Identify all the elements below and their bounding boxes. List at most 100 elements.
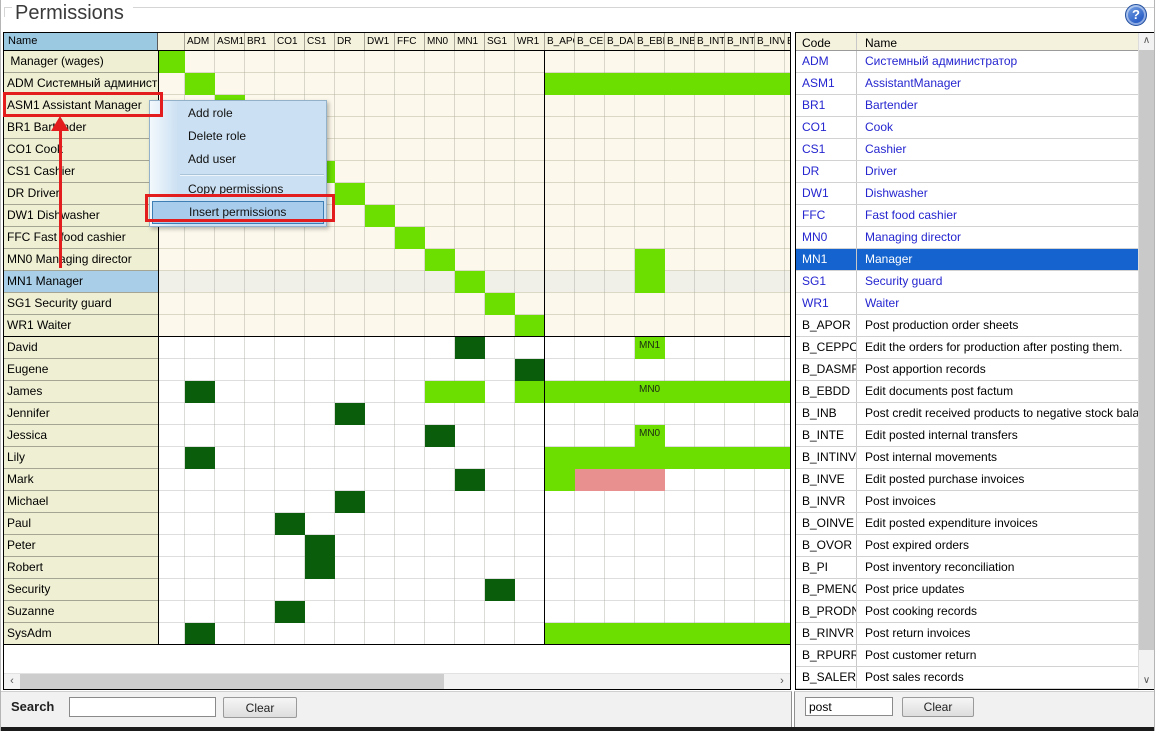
- permission-list-row[interactable]: B_INTEEdit posted internal transfers: [796, 425, 1138, 447]
- permission-cell[interactable]: [455, 271, 485, 293]
- permission-cell[interactable]: [755, 73, 785, 95]
- permission-cell[interactable]: MN0: [635, 425, 665, 447]
- matrix-row-label[interactable]: Lily: [4, 447, 158, 469]
- permission-cell[interactable]: [755, 623, 785, 645]
- permission-cell[interactable]: [635, 249, 665, 271]
- permission-list-row[interactable]: SG1Security guard: [796, 271, 1138, 293]
- permission-list-row[interactable]: B_OVORPost expired orders: [796, 535, 1138, 557]
- permission-list-row[interactable]: B_OINVEEdit posted expenditure invoices: [796, 513, 1138, 535]
- permission-cell[interactable]: [635, 623, 665, 645]
- permission-cell[interactable]: [575, 73, 605, 95]
- permission-cell[interactable]: [575, 381, 605, 403]
- permission-cell[interactable]: [605, 381, 635, 403]
- matrix-row-label[interactable]: Robert: [4, 557, 158, 579]
- permission-list-row[interactable]: DRDriver: [796, 161, 1138, 183]
- permission-cell[interactable]: [455, 337, 485, 359]
- matrix-row-label[interactable]: MN1 Manager: [4, 271, 158, 293]
- matrix-row-label[interactable]: ADM Системный администратор: [4, 73, 158, 95]
- permission-cell[interactable]: [785, 623, 790, 645]
- permission-list-row[interactable]: B_INVEEdit posted purchase invoices: [796, 469, 1138, 491]
- permission-list-row[interactable]: B_INTINVRPost internal movements: [796, 447, 1138, 469]
- permission-cell[interactable]: [785, 447, 790, 469]
- v-scrollbar[interactable]: ∧ ∨: [1138, 33, 1154, 689]
- h-scrollbar[interactable]: ‹ ›: [4, 673, 790, 689]
- permission-list-row[interactable]: FFCFast food cashier: [796, 205, 1138, 227]
- permission-cell[interactable]: [755, 381, 785, 403]
- permission-cell[interactable]: [335, 491, 365, 513]
- permission-list-row[interactable]: B_RINVRPost return invoices: [796, 623, 1138, 645]
- menu-item-add-user[interactable]: Add user: [150, 148, 326, 171]
- permission-cell[interactable]: [425, 381, 455, 403]
- permission-cell[interactable]: [365, 205, 395, 227]
- menu-item-delete-role[interactable]: Delete role: [150, 125, 326, 148]
- permission-cell[interactable]: [575, 469, 605, 491]
- permission-cell[interactable]: [275, 513, 305, 535]
- matrix-row-label[interactable]: Peter: [4, 535, 158, 557]
- clear-search-button[interactable]: Clear: [223, 697, 297, 718]
- permission-cell[interactable]: [485, 579, 515, 601]
- matrix-row-label[interactable]: CS1 Cashier: [4, 161, 158, 183]
- permission-cell[interactable]: [785, 73, 790, 95]
- permission-cell[interactable]: [545, 447, 575, 469]
- matrix-row-label[interactable]: Michael: [4, 491, 158, 513]
- matrix-row-label[interactable]: SG1 Security guard: [4, 293, 158, 315]
- permission-cell[interactable]: [455, 381, 485, 403]
- permission-cell[interactable]: [515, 315, 545, 337]
- permission-cell[interactable]: [545, 623, 575, 645]
- matrix-row-label[interactable]: David: [4, 337, 158, 359]
- menu-item-insert-permissions[interactable]: Insert permissions: [152, 201, 324, 224]
- filter-input[interactable]: [805, 697, 893, 716]
- permission-cell[interactable]: [725, 447, 755, 469]
- permission-cell[interactable]: [425, 425, 455, 447]
- permission-list-row[interactable]: B_DASMRPost apportion records: [796, 359, 1138, 381]
- permission-cell[interactable]: [665, 73, 695, 95]
- permission-cell[interactable]: [755, 447, 785, 469]
- menu-item-add-role[interactable]: Add role: [150, 102, 326, 125]
- matrix-row-label[interactable]: Security: [4, 579, 158, 601]
- permission-cell[interactable]: [635, 469, 665, 491]
- permission-list-row[interactable]: MN0Managing director: [796, 227, 1138, 249]
- matrix-row-label[interactable]: Suzanne: [4, 601, 158, 623]
- menu-item-copy-permissions[interactable]: Copy permissions: [150, 178, 326, 201]
- permission-list-row[interactable]: B_RPURRPost customer return: [796, 645, 1138, 667]
- matrix-row-label[interactable]: MN0 Managing director: [4, 249, 158, 271]
- matrix-row-label[interactable]: Eugene: [4, 359, 158, 381]
- permission-cell[interactable]: [665, 447, 695, 469]
- matrix-row-label[interactable]: Paul: [4, 513, 158, 535]
- matrix-row-label[interactable]: FFC Fast food cashier: [4, 227, 158, 249]
- v-scroll-thumb[interactable]: [1139, 50, 1154, 650]
- matrix-row-label[interactable]: DW1 Dishwasher: [4, 205, 158, 227]
- permission-cell[interactable]: [575, 447, 605, 469]
- matrix-row-label[interactable]: CO1 Cook: [4, 139, 158, 161]
- permission-cell[interactable]: [665, 623, 695, 645]
- permission-cell[interactable]: [695, 73, 725, 95]
- permission-list-row[interactable]: B_INBPost credit received products to ne…: [796, 403, 1138, 425]
- permission-list-row[interactable]: B_PRODNRPost cooking records: [796, 601, 1138, 623]
- permission-cell[interactable]: [725, 73, 755, 95]
- clear-filter-button[interactable]: Clear: [902, 697, 974, 717]
- matrix-row-label[interactable]: Jennifer: [4, 403, 158, 425]
- matrix-row-label[interactable]: Mark: [4, 469, 158, 491]
- permission-cell[interactable]: [725, 623, 755, 645]
- search-input[interactable]: [69, 697, 216, 717]
- permission-cell[interactable]: [305, 557, 335, 579]
- permission-cell[interactable]: [635, 271, 665, 293]
- permission-list-row[interactable]: WR1Waiter: [796, 293, 1138, 315]
- permission-cell[interactable]: [158, 51, 185, 73]
- permission-list-row[interactable]: B_CEPPOEdit the orders for production af…: [796, 337, 1138, 359]
- permission-cell[interactable]: [725, 381, 755, 403]
- matrix-row-label[interactable]: ASM1 Assistant Manager: [4, 95, 158, 117]
- permission-list-row[interactable]: CO1Cook: [796, 117, 1138, 139]
- permission-list-row[interactable]: B_INVRPost invoices: [796, 491, 1138, 513]
- help-icon[interactable]: ?: [1125, 4, 1147, 26]
- permission-cell[interactable]: [185, 73, 215, 95]
- permission-cell[interactable]: [695, 447, 725, 469]
- permission-cell[interactable]: [185, 623, 215, 645]
- permission-cell[interactable]: [695, 623, 725, 645]
- permission-list-row[interactable]: B_EBDDEdit documents post factum: [796, 381, 1138, 403]
- permission-cell[interactable]: [185, 381, 215, 403]
- permission-list-row[interactable]: ADMСистемный администратор: [796, 51, 1138, 73]
- matrix-row-label[interactable]: DR Driver: [4, 183, 158, 205]
- permission-cell[interactable]: [605, 447, 635, 469]
- permission-cell[interactable]: [635, 447, 665, 469]
